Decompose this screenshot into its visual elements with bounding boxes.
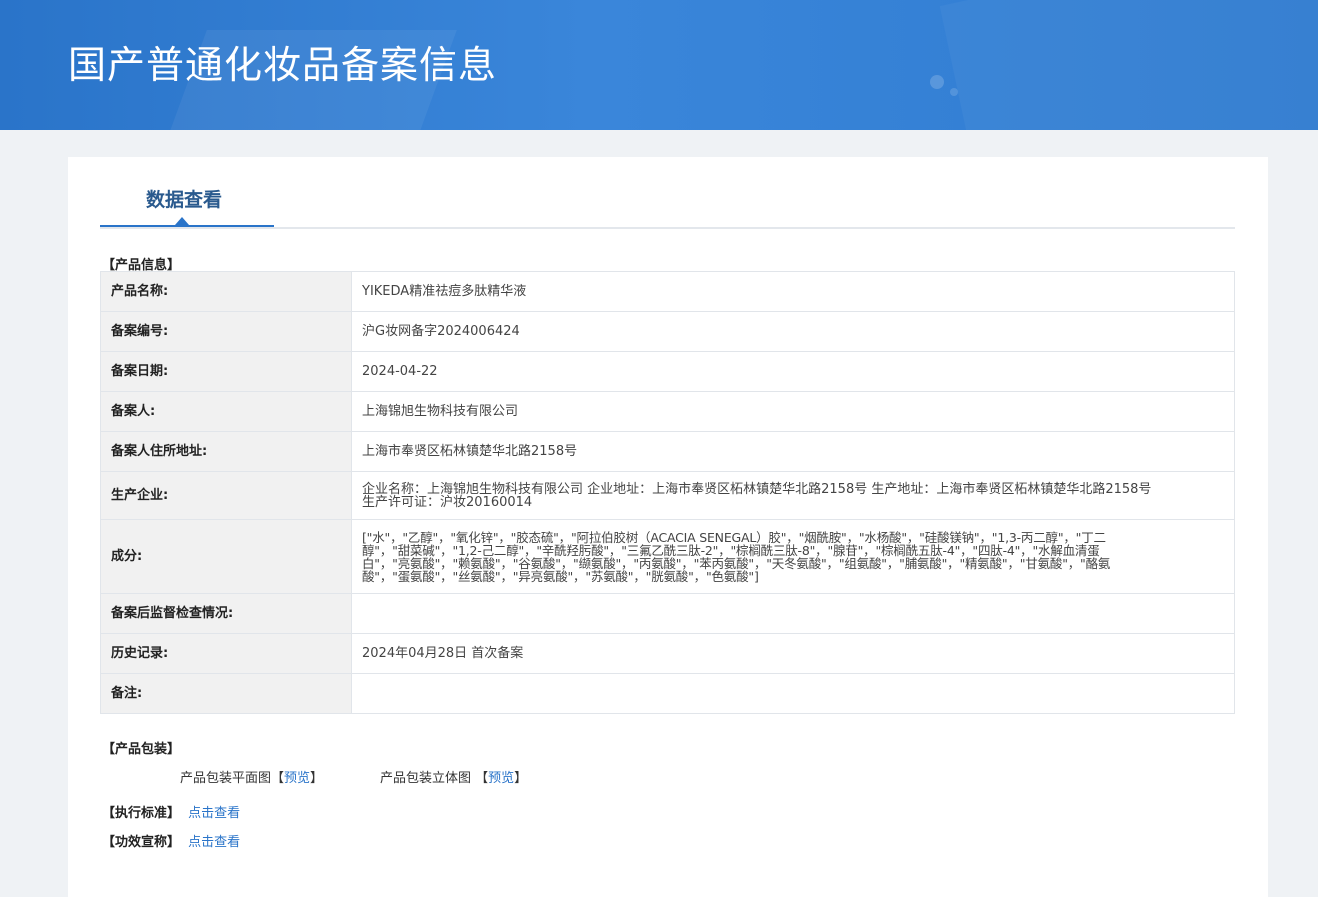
packaging-solid: 产品包装立体图 【预览】: [380, 767, 527, 786]
table-row: 备案后监督检查情况:: [100, 593, 1235, 634]
row-value: 企业名称：上海锦旭生物科技有限公司 企业地址：上海市奉贤区柘林镇楚华北路2158…: [351, 471, 1235, 520]
table-row: 备案日期: 2024-04-22: [100, 351, 1235, 392]
table-row: 历史记录: 2024年04月28日 首次备案: [100, 633, 1235, 674]
row-label: 备案人:: [100, 391, 352, 432]
row-value: [351, 593, 1235, 634]
table-row: 产品名称: YIKEDA精准祛痘多肽精华液: [100, 271, 1235, 312]
row-label: 备案人住所地址:: [100, 431, 352, 472]
efficacy-view-link[interactable]: 点击查看: [188, 835, 240, 850]
row-label: 生产企业:: [100, 471, 352, 520]
packaging-solid-label: 产品包装立体图 【: [380, 771, 489, 786]
row-value: 2024-04-22: [351, 351, 1235, 392]
row-label: 成分:: [100, 519, 352, 594]
row-value: ["水"，"乙醇"，"氧化锌"，"胶态硫"，"阿拉伯胶树（ACACIA SENE…: [351, 519, 1235, 594]
bracket: 】: [310, 771, 324, 786]
row-value: 上海市奉贤区柘林镇楚华北路2158号: [351, 431, 1235, 472]
ingredient-line: 白"，"亮氨酸"，"赖氨酸"，"谷氨酸"，"缬氨酸"，"丙氨酸"，"苯丙氨酸"，…: [362, 555, 1111, 571]
packaging-solid-preview-link[interactable]: 预览: [488, 771, 514, 786]
row-value: YIKEDA精准祛痘多肽精华液: [351, 271, 1235, 312]
packaging-flat-label: 产品包装平面图【: [180, 771, 285, 786]
row-value: [351, 673, 1235, 714]
content-card: 数据查看 【产品信息】 产品名称: YIKEDA精准祛痘多肽精华液 备案编号: …: [68, 157, 1268, 897]
packaging-flat: 产品包装平面图【预览】: [180, 767, 323, 786]
product-info-table: 产品名称: YIKEDA精准祛痘多肽精华液 备案编号: 沪G妆网备字202400…: [100, 271, 1235, 714]
table-row: 成分: ["水"，"乙醇"，"氧化锌"，"胶态硫"，"阿拉伯胶树（ACACIA …: [100, 519, 1235, 594]
row-label: 备注:: [100, 673, 352, 714]
section-title-packaging: 【产品包装】: [102, 742, 181, 757]
row-value: 沪G妆网备字2024006424: [351, 311, 1235, 352]
table-row: 备注:: [100, 673, 1235, 714]
header-decoration: [939, 0, 1318, 130]
page-header: 国产普通化妆品备案信息: [0, 0, 1318, 130]
row-value: 上海锦旭生物科技有限公司: [351, 391, 1235, 432]
header-decoration: [950, 88, 958, 96]
tab-active-arrow-icon: [175, 217, 189, 225]
table-row: 备案编号: 沪G妆网备字2024006424: [100, 311, 1235, 352]
ingredient-line: 醇"，"甜菜碱"，"1,2-己二醇"，"辛酰羟肟酸"，"三氟乙酰三肽-2"，"棕…: [362, 542, 1100, 558]
bracket: 】: [514, 771, 528, 786]
packaging-flat-preview-link[interactable]: 预览: [284, 771, 310, 786]
tab-bar: 数据查看: [100, 157, 1235, 229]
row-label: 备案编号:: [100, 311, 352, 352]
header-decoration: [930, 75, 944, 89]
table-row: 生产企业: 企业名称：上海锦旭生物科技有限公司 企业地址：上海市奉贤区柘林镇楚华…: [100, 471, 1235, 520]
row-label: 备案后监督检查情况:: [100, 593, 352, 634]
row-label: 备案日期:: [100, 351, 352, 392]
section-title-standard: 【执行标准】: [102, 806, 181, 821]
tab-data-view[interactable]: 数据查看: [100, 157, 274, 227]
row-label: 产品名称:: [100, 271, 352, 312]
row-value: 2024年04月28日 首次备案: [351, 633, 1235, 674]
manufacturer-line: 企业名称：上海锦旭生物科技有限公司 企业地址：上海市奉贤区柘林镇楚华北路2158…: [362, 481, 1152, 497]
ingredient-line: ["水"，"乙醇"，"氧化锌"，"胶态硫"，"阿拉伯胶树（ACACIA SENE…: [362, 529, 1106, 545]
manufacturer-line: 生产许可证：沪妆20160014: [362, 494, 533, 510]
row-label: 历史记录:: [100, 633, 352, 674]
ingredient-line: 酸"，"蛋氨酸"，"丝氨酸"，"异亮氨酸"，"苏氨酸"，"胱氨酸"，"色氨酸"]: [362, 568, 759, 584]
standard-section: 【执行标准】 点击查看: [102, 802, 240, 821]
table-row: 备案人: 上海锦旭生物科技有限公司: [100, 391, 1235, 432]
tab-label: 数据查看: [146, 189, 223, 211]
efficacy-section: 【功效宣称】 点击查看: [102, 831, 240, 850]
standard-view-link[interactable]: 点击查看: [188, 806, 240, 821]
table-row: 备案人住所地址: 上海市奉贤区柘林镇楚华北路2158号: [100, 431, 1235, 472]
page-title: 国产普通化妆品备案信息: [68, 43, 498, 87]
section-title-efficacy: 【功效宣称】: [102, 835, 181, 850]
